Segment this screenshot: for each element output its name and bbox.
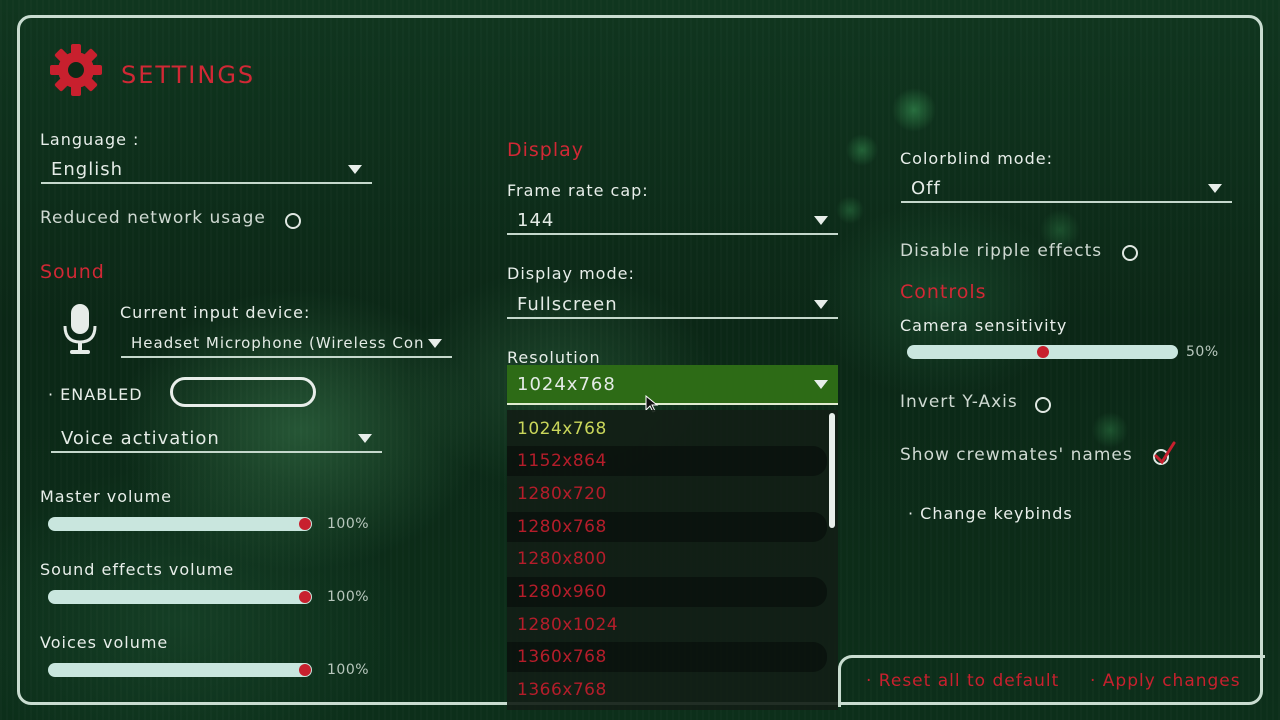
- input-device-value: Headset Microphone (Wireless Con: [131, 334, 425, 352]
- resolution-option[interactable]: 1280x720: [507, 479, 827, 509]
- resolution-option[interactable]: 1360x768: [507, 642, 827, 672]
- display-mode-label: Display mode:: [507, 264, 635, 283]
- gear-icon: [48, 42, 104, 98]
- input-device-label: Current input device:: [120, 303, 311, 322]
- resolution-option[interactable]: 1280x960: [507, 577, 827, 607]
- reduced-network-radio[interactable]: [285, 213, 301, 229]
- chevron-down-icon: [1208, 183, 1222, 193]
- input-device-dropdown[interactable]: Headset Microphone (Wireless Con: [121, 330, 452, 358]
- apply-changes-button[interactable]: · Apply changes: [1090, 671, 1241, 691]
- display-mode-value: Fullscreen: [517, 293, 618, 315]
- language-dropdown[interactable]: English: [41, 156, 372, 184]
- camera-sensitivity-value: 50%: [1186, 344, 1219, 360]
- master-volume-slider[interactable]: [48, 517, 312, 531]
- resolution-option[interactable]: 1280x800: [507, 544, 827, 574]
- voice-mode-value: Voice activation: [61, 427, 220, 449]
- resolution-list-scrollbar[interactable]: [829, 413, 835, 528]
- voices-volume-label: Voices volume: [40, 633, 169, 652]
- sound-heading: Sound: [40, 261, 105, 283]
- frame-rate-value: 144: [517, 209, 555, 231]
- camera-sensitivity-knob[interactable]: [1037, 346, 1049, 358]
- resolution-options-list[interactable]: 1024x768 1152x864 1280x720 1280x768 1280…: [507, 410, 838, 710]
- display-mode-dropdown[interactable]: Fullscreen: [507, 291, 838, 319]
- voices-volume-slider[interactable]: [48, 663, 312, 677]
- chevron-down-icon: [814, 299, 828, 309]
- resolution-option[interactable]: 1152x864: [507, 446, 827, 476]
- page-title: SETTINGS: [121, 61, 256, 89]
- chevron-down-icon: [814, 215, 828, 225]
- language-value: English: [51, 158, 123, 180]
- invert-y-radio[interactable]: [1035, 397, 1051, 413]
- colorblind-label: Colorblind mode:: [900, 149, 1053, 168]
- frame-rate-label: Frame rate cap:: [507, 181, 649, 200]
- resolution-option[interactable]: 1366x768: [507, 675, 827, 705]
- display-heading: Display: [507, 139, 585, 161]
- master-volume-value: 100%: [327, 516, 370, 532]
- colorblind-dropdown[interactable]: Off: [901, 175, 1232, 203]
- voices-volume-value: 100%: [327, 662, 370, 678]
- frame-rate-dropdown[interactable]: 144: [507, 207, 838, 235]
- ripple-radio[interactable]: [1122, 245, 1138, 261]
- chevron-down-icon: [428, 338, 442, 348]
- checkmark-icon: [1153, 440, 1177, 466]
- sfx-volume-slider[interactable]: [48, 590, 312, 604]
- microphone-icon: [62, 302, 98, 358]
- reset-default-button[interactable]: · Reset all to default: [866, 671, 1059, 691]
- master-volume-label: Master volume: [40, 487, 172, 506]
- resolution-option[interactable]: 1024x768: [507, 414, 827, 444]
- language-label: Language :: [40, 130, 140, 149]
- master-volume-knob[interactable]: [299, 518, 311, 530]
- chevron-down-icon: [358, 433, 372, 443]
- mic-enable-toggle[interactable]: [170, 377, 316, 407]
- sfx-volume-value: 100%: [327, 589, 370, 605]
- enabled-label: · ENABLED: [48, 385, 143, 404]
- reduced-network-label: Reduced network usage: [40, 208, 266, 228]
- resolution-value: 1024x768: [517, 373, 616, 395]
- chevron-down-icon: [814, 379, 828, 389]
- controls-heading: Controls: [900, 281, 987, 303]
- resolution-option[interactable]: 1280x1024: [507, 610, 827, 640]
- resolution-dropdown[interactable]: 1024x768: [507, 365, 838, 405]
- change-keybinds-link[interactable]: · Change keybinds: [908, 504, 1073, 523]
- ripple-label: Disable ripple effects: [900, 241, 1103, 261]
- chevron-down-icon: [348, 164, 362, 174]
- invert-y-label: Invert Y-Axis: [900, 392, 1018, 412]
- voices-volume-knob[interactable]: [299, 664, 311, 676]
- resolution-option[interactable]: 1280x768: [507, 512, 827, 542]
- voice-mode-dropdown[interactable]: Voice activation: [51, 425, 382, 453]
- sfx-volume-knob[interactable]: [299, 591, 311, 603]
- colorblind-value: Off: [911, 177, 941, 199]
- sfx-volume-label: Sound effects volume: [40, 560, 235, 579]
- crewmate-names-label: Show crewmates' names: [900, 445, 1133, 465]
- camera-sensitivity-label: Camera sensitivity: [900, 316, 1068, 335]
